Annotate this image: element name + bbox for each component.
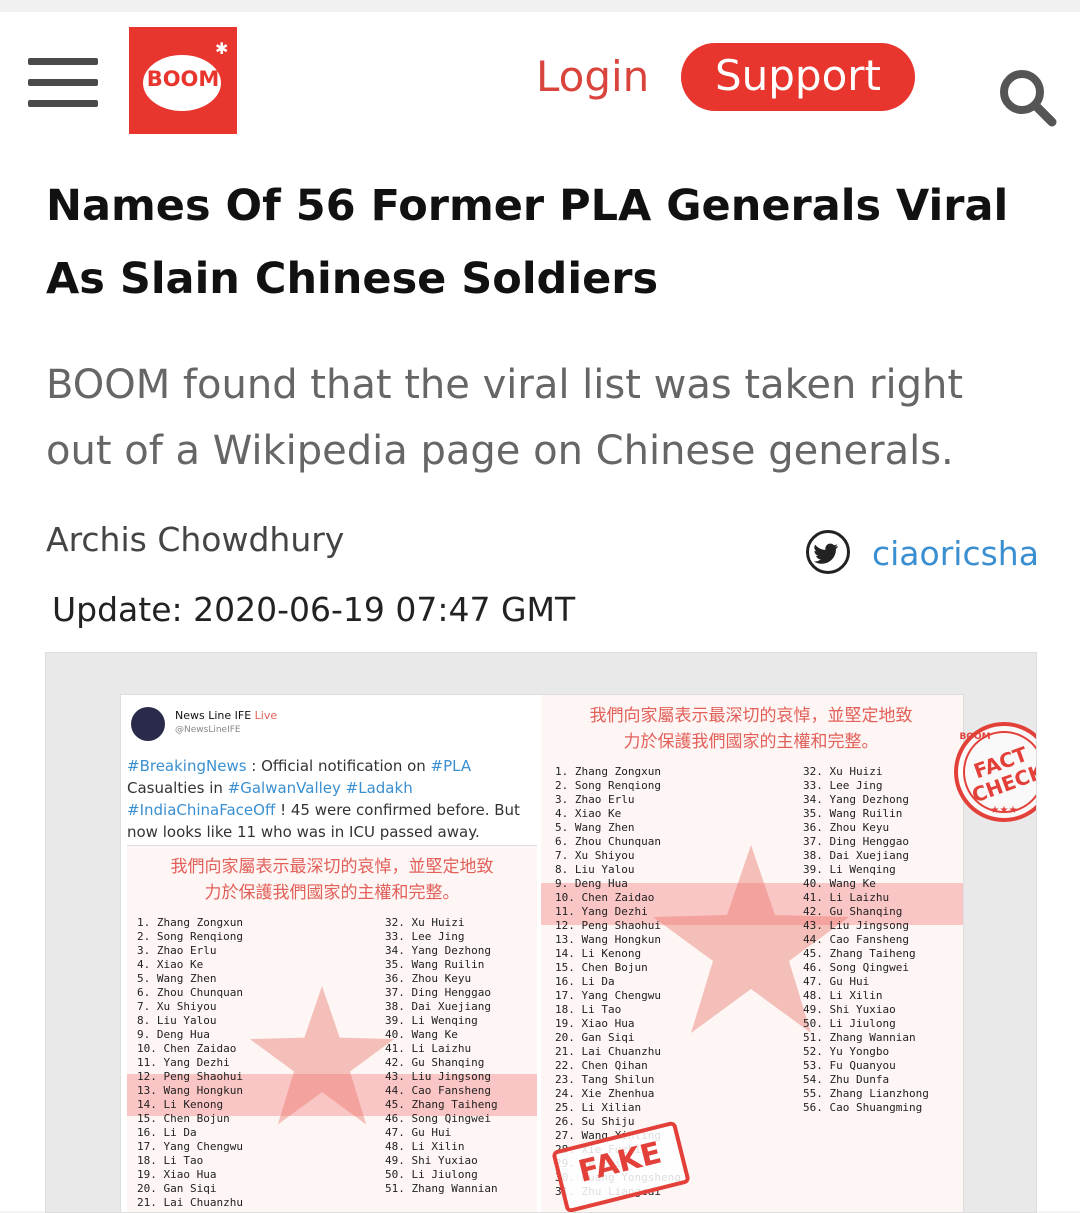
search-icon[interactable] [998,68,1058,128]
article-hero-image: News Line IFE Live @NewsLineIFE #Breakin… [45,652,1037,1213]
chinese-condolence-text: 我們向家屬表示最深切的哀悼，並堅定地致 力於保護我們國家的主權和完整。 [589,706,913,752]
top-strip [0,0,1080,12]
logo-spark-icon: ✱ [215,39,229,58]
menu-icon[interactable] [28,58,98,108]
names-list-right: 32. Xu Huizi 33. Lee Jing 34. Yang Dezho… [385,916,498,1195]
tweet-author: News Line IFE Live [175,709,278,722]
names-list-right: 32. Xu Huizi 33. Lee Jing 34. Yang Dezho… [803,765,929,1114]
official-list-card: 我們向家屬表示最深切的哀悼，並堅定地致 力於保護我們國家的主權和完整。 1. Zh… [541,695,963,1212]
twitter-icon[interactable] [806,530,850,574]
fact-check-stars: ★★★ [991,805,1018,816]
article-title: Names Of 56 Former PLA Generals Viral As… [46,181,1009,304]
update-timestamp: Update: 2020-06-19 07:47 GMT [52,590,576,629]
fact-check-stamp: FACT CHECK BOOM ★★★ [949,717,1036,827]
twitter-handle[interactable]: ciaoricsha [872,534,1039,573]
chinese-condolence-text: 我們向家屬表示最深切的哀悼，並堅定地致 力於保護我們國家的主權和完整。 [170,857,494,903]
tweet-username: @NewsLineIFE [175,725,241,735]
login-link[interactable]: Login [536,52,649,101]
boom-logo[interactable]: ✱ BOOM [129,27,237,134]
fact-check-brand: BOOM [959,732,990,742]
article-content: Names Of 56 Former PLA Generals Viral As… [0,162,1080,1213]
support-button[interactable]: Support [681,43,915,111]
tweet-image-list: 我們向家屬表示最深切的哀悼，並堅定地致 力於保護我們國家的主權和完整。 1. Zh… [127,845,537,1212]
logo-text: BOOM [146,67,220,91]
tweet-avatar [131,707,165,741]
menu-icon-bar [28,58,98,65]
menu-icon-bar [28,79,98,86]
screenshot-collage: News Line IFE Live @NewsLineIFE #Breakin… [121,695,1036,1212]
article-subtitle: BOOM found that the viral list was taken… [46,362,964,474]
names-list-left: 1. Zhang Zongxun 2. Song Renqiong 3. Zha… [137,916,243,1209]
tweet-text: #BreakingNews : Official notification on… [127,757,520,841]
site-header: ✱ BOOM Login Support [0,12,1080,162]
menu-icon-bar [28,100,98,107]
author-name[interactable]: Archis Chowdhury [46,520,344,559]
